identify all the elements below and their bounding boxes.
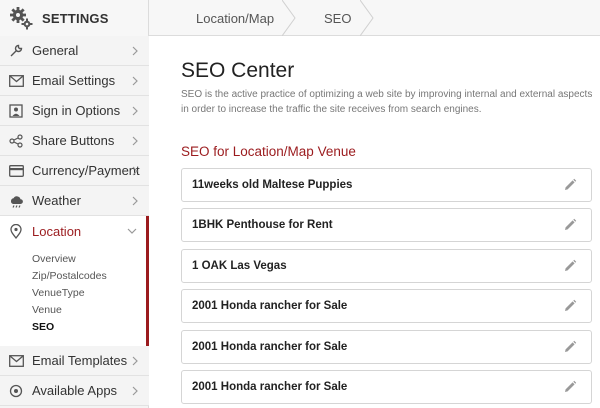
settings-header: SETTINGS xyxy=(0,0,149,36)
venue-row[interactable]: 2001 Honda rancher for Sale xyxy=(181,330,592,364)
main-content: SEO Center SEO is the active practice of… xyxy=(150,37,600,408)
chevron-right-icon xyxy=(132,46,138,56)
breadcrumb: Location/Map SEO xyxy=(150,0,374,36)
venue-name: 2001 Honda rancher for Sale xyxy=(192,381,348,393)
sidebar-item-label: Currency/Payment xyxy=(32,163,140,178)
sidebar-item-weather[interactable]: Weather xyxy=(0,186,149,216)
share-icon xyxy=(8,133,24,149)
sidebar-item-label: Email Settings xyxy=(32,73,116,88)
sidebar-item-label: Weather xyxy=(32,193,81,208)
chevron-right-icon xyxy=(132,196,138,206)
venue-row[interactable]: 1BHK Penthouse for Rent xyxy=(181,208,592,242)
subnav-seo[interactable]: SEO xyxy=(32,319,107,336)
sidebar-item-label: Available Apps xyxy=(32,383,118,398)
page-description: SEO is the active practice of optimizing… xyxy=(181,89,593,115)
chevron-right-icon xyxy=(132,386,138,396)
sidebar-item-label: Email Templates xyxy=(32,353,128,368)
venue-row[interactable]: 1 OAK Las Vegas xyxy=(181,249,592,283)
breadcrumb-seo[interactable]: SEO xyxy=(296,0,374,36)
envelope-icon xyxy=(8,73,24,89)
credit-card-icon xyxy=(8,163,24,179)
venue-name: 2001 Honda rancher for Sale xyxy=(192,300,348,312)
envelope-icon xyxy=(8,353,24,369)
map-pin-icon xyxy=(8,223,24,239)
sidebar-item-share-buttons[interactable]: Share Buttons xyxy=(0,126,149,156)
sidebar-item-general[interactable]: General xyxy=(0,36,149,66)
sidebar-item-currency-payment[interactable]: Currency/Payment xyxy=(0,156,149,186)
breadcrumb-label: Location/Map xyxy=(196,10,275,26)
venue-row[interactable]: 2001 Honda rancher for Sale xyxy=(181,370,592,404)
venue-row[interactable]: 2001 Honda rancher for Sale xyxy=(181,289,592,323)
sidebar-item-label: General xyxy=(32,43,79,58)
gears-icon xyxy=(10,7,33,30)
sidebar-item-label: Location xyxy=(32,223,82,239)
pencil-icon[interactable] xyxy=(563,299,577,313)
breadcrumb-separator-icon xyxy=(360,0,374,36)
location-subnav: Overview Zip/Postalcodes VenueType Venue… xyxy=(32,251,107,336)
venue-row[interactable]: 11weeks old Maltese Puppies xyxy=(181,168,592,202)
sidebar-item-available-apps[interactable]: Available Apps xyxy=(0,376,149,406)
sidebar-item-location[interactable]: Location xyxy=(0,216,146,246)
breadcrumb-label: SEO xyxy=(324,10,352,26)
subnav-venuetype[interactable]: VenueType xyxy=(32,285,107,302)
app-title: SETTINGS xyxy=(42,10,109,26)
chevron-right-icon xyxy=(132,166,138,176)
chevron-down-icon xyxy=(127,228,137,234)
breadcrumb-location-map[interactable]: Location/Map xyxy=(150,0,296,36)
venue-name: 11weeks old Maltese Puppies xyxy=(192,179,353,191)
section-title: SEO for Location/Map Venue xyxy=(181,144,356,159)
subnav-venue[interactable]: Venue xyxy=(32,302,107,319)
sidebar-item-sign-in-options[interactable]: Sign in Options xyxy=(0,96,149,126)
pencil-icon[interactable] xyxy=(563,340,577,354)
venue-name: 1BHK Penthouse for Rent xyxy=(192,219,333,231)
pencil-icon[interactable] xyxy=(563,218,577,232)
sidebar-item-email-templates[interactable]: Email Templates xyxy=(0,346,149,376)
chevron-right-icon xyxy=(132,356,138,366)
sidebar: General Email Settings Sign in Options S… xyxy=(0,36,149,408)
subnav-overview[interactable]: Overview xyxy=(32,251,107,268)
breadcrumb-separator-icon xyxy=(282,0,296,36)
chevron-right-icon xyxy=(132,136,138,146)
chevron-right-icon xyxy=(132,106,138,116)
subnav-zip-postalcodes[interactable]: Zip/Postalcodes xyxy=(32,268,107,285)
sidebar-item-label: Share Buttons xyxy=(32,133,115,148)
sidebar-item-label: Sign in Options xyxy=(32,103,121,118)
top-bar: SETTINGS Location/Map SEO xyxy=(0,0,600,36)
pencil-icon[interactable] xyxy=(563,178,577,192)
apps-icon xyxy=(8,383,24,399)
sidebar-item-email-settings[interactable]: Email Settings xyxy=(0,66,149,96)
page-title: SEO Center xyxy=(181,59,295,82)
chevron-right-icon xyxy=(132,76,138,86)
wrench-icon xyxy=(8,43,24,59)
venue-name: 2001 Honda rancher for Sale xyxy=(192,341,348,353)
pencil-icon[interactable] xyxy=(563,259,577,273)
venue-name: 1 OAK Las Vegas xyxy=(192,260,287,272)
user-icon xyxy=(8,103,24,119)
pencil-icon[interactable] xyxy=(563,380,577,394)
cloud-icon xyxy=(8,193,24,209)
